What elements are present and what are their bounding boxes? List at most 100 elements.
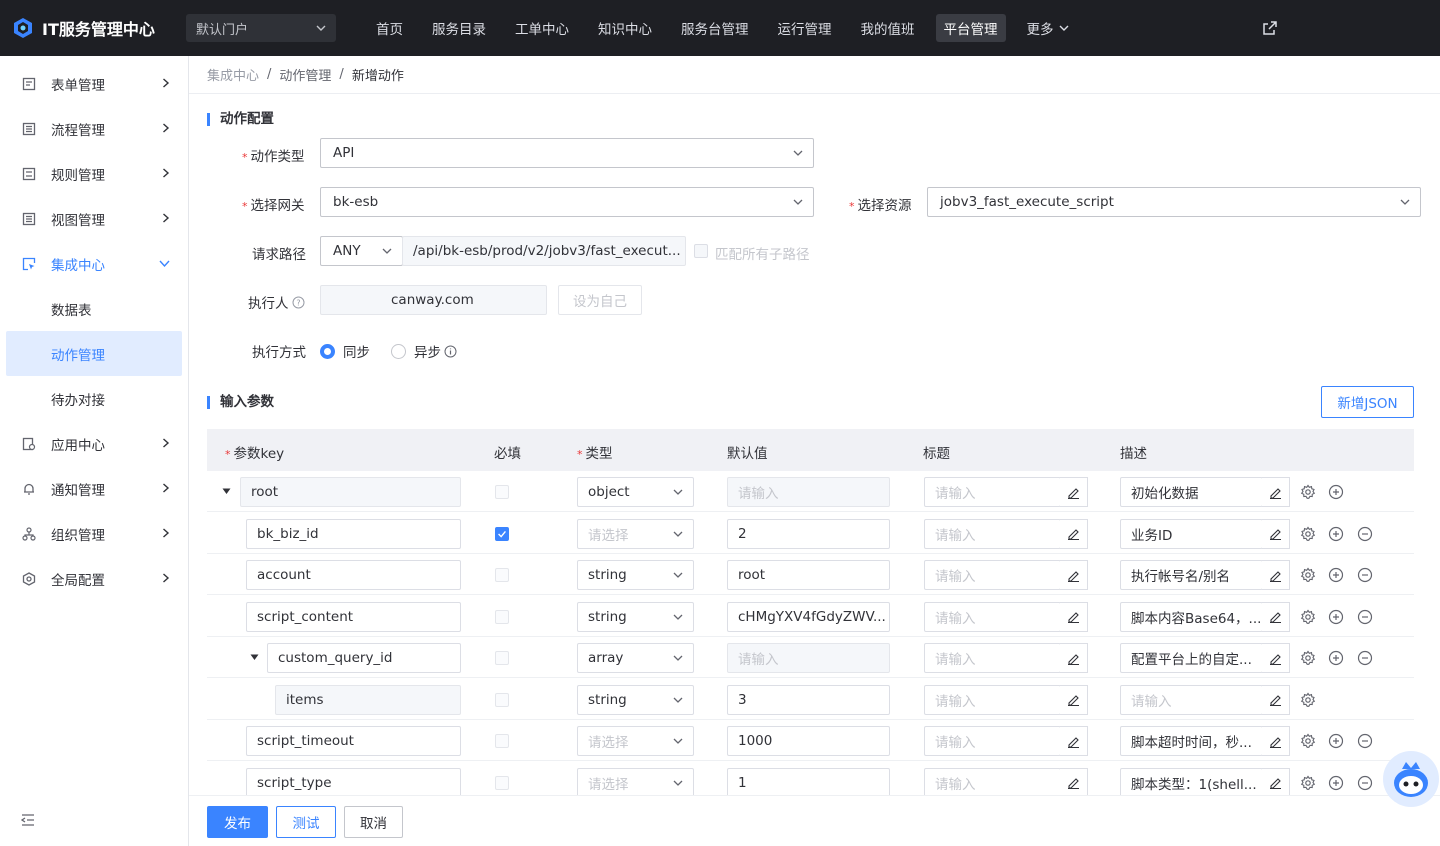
method-select[interactable]: ANY bbox=[320, 236, 403, 266]
nav-item-5[interactable]: 运行管理 bbox=[770, 14, 840, 42]
param-title-input[interactable]: 请输入 bbox=[924, 767, 1061, 798]
remove-row-icon[interactable] bbox=[1357, 775, 1373, 791]
param-type-select[interactable]: 请选择 bbox=[577, 518, 694, 549]
param-type-select[interactable]: string bbox=[577, 684, 694, 715]
param-title-input[interactable]: 请输入 bbox=[924, 601, 1061, 632]
param-default-input[interactable]: 2 bbox=[727, 518, 890, 549]
desc-edit-button[interactable] bbox=[1262, 601, 1290, 632]
settings-icon[interactable] bbox=[1300, 692, 1316, 708]
resource-select[interactable]: jobv3_fast_execute_script bbox=[927, 187, 1421, 217]
param-desc-input[interactable]: 业务ID bbox=[1120, 518, 1263, 549]
param-key-input[interactable]: script_type bbox=[246, 767, 461, 798]
set-self-button[interactable]: 设为自己 bbox=[558, 285, 642, 315]
param-title-input[interactable]: 请输入 bbox=[924, 477, 1061, 507]
param-default-input[interactable]: 1 bbox=[727, 767, 890, 798]
collapse-sidebar-icon[interactable] bbox=[21, 814, 35, 826]
info-icon[interactable] bbox=[444, 345, 457, 358]
path-input[interactable]: /api/bk-esb/prod/v2/jobv3/fast_execut... bbox=[402, 236, 686, 266]
breadcrumb-root[interactable]: 集成中心 bbox=[207, 65, 259, 84]
desc-edit-button[interactable] bbox=[1262, 726, 1290, 756]
param-desc-input[interactable]: 请输入 bbox=[1120, 684, 1263, 715]
nav-item-3[interactable]: 知识中心 bbox=[590, 14, 660, 42]
param-title-input[interactable]: 请输入 bbox=[924, 560, 1061, 590]
settings-icon[interactable] bbox=[1300, 650, 1316, 666]
required-checkbox[interactable] bbox=[495, 651, 509, 665]
add-row-icon[interactable] bbox=[1328, 733, 1344, 749]
desc-edit-button[interactable] bbox=[1262, 518, 1290, 549]
settings-icon[interactable] bbox=[1300, 609, 1316, 625]
remove-row-icon[interactable] bbox=[1357, 650, 1373, 666]
param-type-select[interactable]: 请选择 bbox=[577, 726, 694, 756]
param-key-input[interactable]: script_timeout bbox=[246, 726, 461, 756]
param-key-input[interactable]: root bbox=[240, 477, 461, 507]
sidebar-item-7[interactable]: 组织管理 bbox=[0, 511, 188, 556]
match-all-checkbox[interactable] bbox=[694, 244, 708, 258]
param-type-select[interactable]: array bbox=[577, 643, 694, 673]
caret-down-icon[interactable] bbox=[250, 654, 259, 661]
sidebar-subitem-2[interactable]: 待办对接 bbox=[0, 376, 188, 421]
desc-edit-button[interactable] bbox=[1262, 560, 1290, 590]
param-desc-input[interactable]: 脚本超时时间，秒... bbox=[1120, 726, 1263, 756]
title-edit-button[interactable] bbox=[1060, 477, 1088, 507]
param-key-input[interactable]: custom_query_id bbox=[267, 643, 461, 673]
param-key-input[interactable]: bk_biz_id bbox=[246, 518, 461, 549]
nav-item-1[interactable]: 服务目录 bbox=[424, 14, 494, 42]
sidebar-item-2[interactable]: 规则管理 bbox=[0, 151, 188, 196]
param-default-input[interactable]: root bbox=[727, 560, 890, 590]
sync-radio[interactable]: 同步 bbox=[320, 341, 370, 361]
cancel-button[interactable]: 取消 bbox=[344, 806, 403, 838]
title-edit-button[interactable] bbox=[1060, 518, 1088, 549]
title-edit-button[interactable] bbox=[1060, 684, 1088, 715]
param-desc-input[interactable]: 脚本内容Base64，... bbox=[1120, 601, 1263, 632]
sidebar-item-8[interactable]: 全局配置 bbox=[0, 556, 188, 601]
desc-edit-button[interactable] bbox=[1262, 767, 1290, 798]
title-edit-button[interactable] bbox=[1060, 643, 1088, 673]
param-default-input[interactable]: 3 bbox=[727, 684, 890, 715]
param-desc-input[interactable]: 配置平台上的自定... bbox=[1120, 643, 1263, 673]
param-key-input[interactable]: items bbox=[275, 684, 461, 715]
param-title-input[interactable]: 请输入 bbox=[924, 518, 1061, 549]
caret-down-icon[interactable] bbox=[222, 488, 231, 495]
remove-row-icon[interactable] bbox=[1357, 609, 1373, 625]
gateway-select[interactable]: bk-esb bbox=[320, 187, 814, 217]
settings-icon[interactable] bbox=[1300, 484, 1316, 500]
required-checkbox[interactable] bbox=[495, 485, 509, 499]
remove-row-icon[interactable] bbox=[1357, 526, 1373, 542]
add-row-icon[interactable] bbox=[1328, 526, 1344, 542]
nav-item-7[interactable]: 平台管理 bbox=[935, 14, 1006, 42]
help-icon[interactable]: ? bbox=[292, 296, 305, 309]
assistant-robot-icon[interactable] bbox=[1382, 750, 1440, 808]
required-checkbox[interactable] bbox=[495, 609, 509, 624]
title-edit-button[interactable] bbox=[1060, 601, 1088, 632]
param-default-input[interactable]: 请输入 bbox=[727, 477, 890, 507]
sidebar-item-3[interactable]: 视图管理 bbox=[0, 196, 188, 241]
required-checkbox[interactable] bbox=[495, 775, 509, 790]
add-row-icon[interactable] bbox=[1328, 775, 1344, 791]
async-radio[interactable]: 异步 bbox=[391, 341, 457, 361]
remove-row-icon[interactable] bbox=[1357, 733, 1373, 749]
required-checkbox[interactable] bbox=[495, 734, 509, 748]
param-type-select[interactable]: string bbox=[577, 601, 694, 632]
publish-button[interactable]: 发布 bbox=[207, 806, 268, 838]
param-desc-input[interactable]: 脚本类型：1(shell... bbox=[1120, 767, 1263, 798]
nav-item-2[interactable]: 工单中心 bbox=[507, 14, 577, 42]
nav-item-6[interactable]: 我的值班 bbox=[853, 14, 923, 42]
param-type-select[interactable]: string bbox=[577, 560, 694, 590]
settings-icon[interactable] bbox=[1300, 775, 1316, 791]
external-link-icon[interactable] bbox=[1262, 20, 1278, 36]
desc-edit-button[interactable] bbox=[1262, 477, 1290, 507]
param-type-select[interactable]: object bbox=[577, 477, 694, 507]
param-key-input[interactable]: account bbox=[246, 560, 461, 590]
param-type-select[interactable]: 请选择 bbox=[577, 767, 694, 798]
title-edit-button[interactable] bbox=[1060, 767, 1088, 798]
sidebar-item-0[interactable]: 表单管理 bbox=[0, 61, 188, 106]
nav-item-4[interactable]: 服务台管理 bbox=[673, 14, 757, 42]
param-default-input[interactable]: 1000 bbox=[727, 726, 890, 756]
add-json-button[interactable]: 新增JSON bbox=[1321, 386, 1414, 418]
param-key-input[interactable]: script_content bbox=[246, 601, 461, 632]
param-title-input[interactable]: 请输入 bbox=[924, 643, 1061, 673]
sidebar-item-1[interactable]: 流程管理 bbox=[0, 106, 188, 151]
executor-input[interactable]: canway.com bbox=[320, 285, 547, 315]
sidebar-subitem-0[interactable]: 数据表 bbox=[0, 286, 188, 331]
param-desc-input[interactable]: 执行帐号名/别名 bbox=[1120, 560, 1263, 590]
